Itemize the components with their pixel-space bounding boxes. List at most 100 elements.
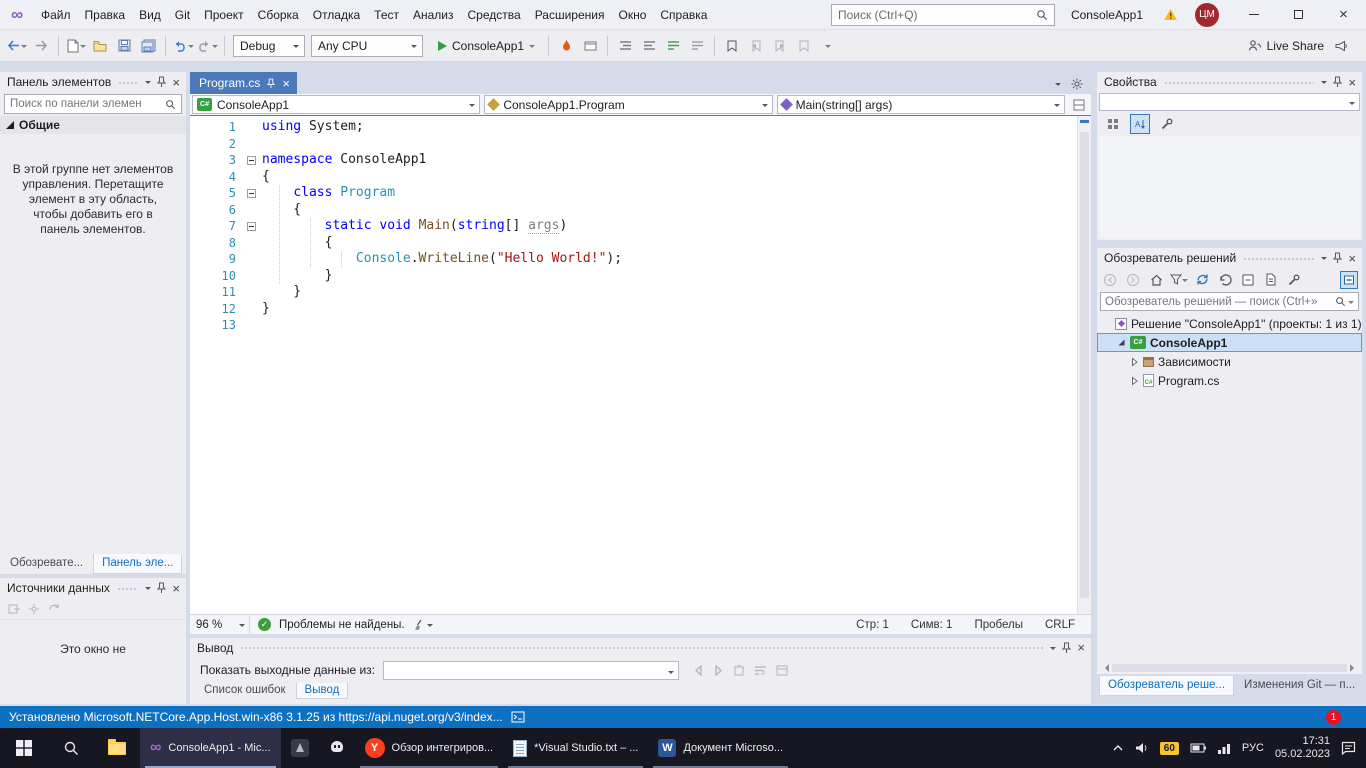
menu-item[interactable]: Сборка [251,0,306,29]
horizontal-scrollbar[interactable] [1099,662,1360,674]
live-share-button[interactable]: Live Share [1248,39,1324,53]
code-line[interactable]: 10 } [190,268,1091,285]
code-line[interactable]: 6 { [190,202,1091,219]
code-line[interactable]: 1using System; [190,119,1091,136]
code-line[interactable]: 8 { [190,235,1091,252]
vertical-scrollbar[interactable] [1077,116,1091,614]
refresh-data-source-icon[interactable] [48,603,60,615]
close-button[interactable]: × [1321,0,1366,29]
window-position-icon[interactable] [1321,257,1327,263]
collapse-all-button[interactable] [1239,271,1257,289]
quick-search-input[interactable]: Поиск (Ctrl+Q) [831,4,1055,26]
code-line[interactable]: 12} [190,301,1091,318]
volume-icon[interactable] [1135,742,1149,754]
window-position-icon[interactable] [145,587,151,593]
attach-process-button[interactable] [579,34,601,58]
window-position-icon[interactable] [1321,81,1327,87]
battery-icon[interactable] [1190,743,1206,753]
menu-item[interactable]: Окно [611,0,653,29]
menu-item[interactable]: Анализ [406,0,461,29]
project-dropdown[interactable]: C# ConsoleApp1 [192,95,480,114]
save-button[interactable] [113,34,135,58]
clock[interactable]: 17:31 05.02.2023 [1275,735,1330,761]
notification-warning-icon[interactable] [1157,8,1183,21]
menu-item[interactable]: Правка [78,0,133,29]
refresh-button[interactable] [1216,271,1234,289]
next-bookmark-button[interactable] [769,34,791,58]
status-line[interactable]: Стр: 1 [856,619,889,631]
add-data-source-icon[interactable] [8,603,20,615]
status-line-ending[interactable]: CRLF [1045,619,1075,631]
start-debugging-button[interactable]: ConsoleApp1 [431,34,542,58]
hidden-icons-chevron[interactable] [1112,744,1124,752]
file-explorer-button[interactable] [94,728,140,768]
menu-item[interactable]: Расширения [528,0,612,29]
undo-button[interactable] [172,34,194,58]
code-line[interactable]: 4{ [190,169,1091,186]
navigate-back-button[interactable] [6,34,28,58]
menu-item[interactable]: Git [168,0,197,29]
user-avatar[interactable]: ЦМ [1195,3,1219,27]
menu-item[interactable]: Вид [132,0,168,29]
pin-icon[interactable] [1333,252,1342,264]
code-line[interactable]: 2 [190,136,1091,153]
expand-arrow-icon[interactable] [1129,376,1139,386]
panel-drag-area[interactable] [118,80,138,85]
panel-drag-area[interactable] [1243,256,1314,261]
panel-tab[interactable]: Вывод [296,683,349,699]
close-tab-icon[interactable]: × [282,77,290,90]
pin-icon[interactable] [1062,642,1071,654]
pin-icon[interactable] [1333,76,1342,88]
indent-increase-button[interactable] [638,34,660,58]
tree-item[interactable]: C#ConsoleApp1 [1097,333,1362,352]
taskbar-app-yandex[interactable]: YОбзор интегриров... [355,728,504,768]
home-button[interactable] [1147,271,1165,289]
property-pages-button[interactable] [1157,114,1177,134]
member-dropdown[interactable]: Main(string[] args) [777,95,1065,114]
menu-item[interactable]: Отладка [306,0,367,29]
panel-tab[interactable]: Обозревате... [2,554,91,574]
menu-item[interactable]: Проект [197,0,251,29]
configure-data-source-icon[interactable] [28,603,40,615]
taskbar-search-button[interactable] [48,728,94,768]
expand-arrow-icon[interactable] [1129,357,1139,367]
scrollbar-thumb[interactable] [1112,664,1347,672]
preview-selected-items-toggle[interactable] [1340,271,1358,289]
tree-item[interactable]: C#Program.cs [1097,371,1362,390]
clear-output-icon[interactable] [733,664,745,676]
solution-explorer-search-input[interactable]: Обозреватель решений — поиск (Ctrl+» [1100,292,1359,311]
forward-button[interactable] [1124,271,1142,289]
pin-tab-icon[interactable] [267,78,275,89]
notification-count-badge[interactable]: 1 [1326,710,1341,725]
menu-item[interactable]: Тест [367,0,406,29]
scroll-right-icon[interactable] [1350,664,1358,672]
bookmark-window-button[interactable] [793,34,815,58]
taskbar-app-notepad[interactable]: *Visual Studio.txt – ... [503,728,648,768]
open-file-button[interactable] [89,34,111,58]
keyboard-language[interactable]: РУС [1242,742,1264,754]
indent-decrease-button[interactable] [614,34,636,58]
toggle-messages-icon[interactable] [776,665,788,676]
tab-settings-gear-icon[interactable] [1071,78,1083,90]
panel-drag-area[interactable] [117,586,139,591]
save-all-button[interactable] [137,34,159,58]
fold-toggle-icon[interactable] [247,222,256,231]
document-tab-program-cs[interactable]: Program.cs × [190,72,297,94]
output-console-icon[interactable] [511,711,525,723]
panel-drag-area[interactable] [240,645,1043,650]
start-button[interactable] [0,728,48,768]
pin-icon[interactable] [157,582,166,594]
filter-button[interactable] [1170,271,1188,289]
toggle-bookmark-button[interactable] [721,34,743,58]
taskbar-app-vs[interactable]: ∞ConsoleApp1 - Mic... [140,728,281,768]
close-icon[interactable]: × [1348,252,1356,265]
panel-tab[interactable]: Панель эле... [93,554,182,574]
panel-tab[interactable]: Обозреватель реше... [1099,676,1234,696]
toolbox-search-input[interactable]: Поиск по панели элемен [4,94,182,114]
redo-button[interactable] [196,34,218,58]
close-icon[interactable]: × [1348,76,1356,89]
code-line[interactable]: 3namespace ConsoleApp1 [190,152,1091,169]
menu-item[interactable]: Файл [34,0,78,29]
battery-percent-badge[interactable]: 60 [1160,742,1179,755]
window-position-icon[interactable] [145,81,151,87]
